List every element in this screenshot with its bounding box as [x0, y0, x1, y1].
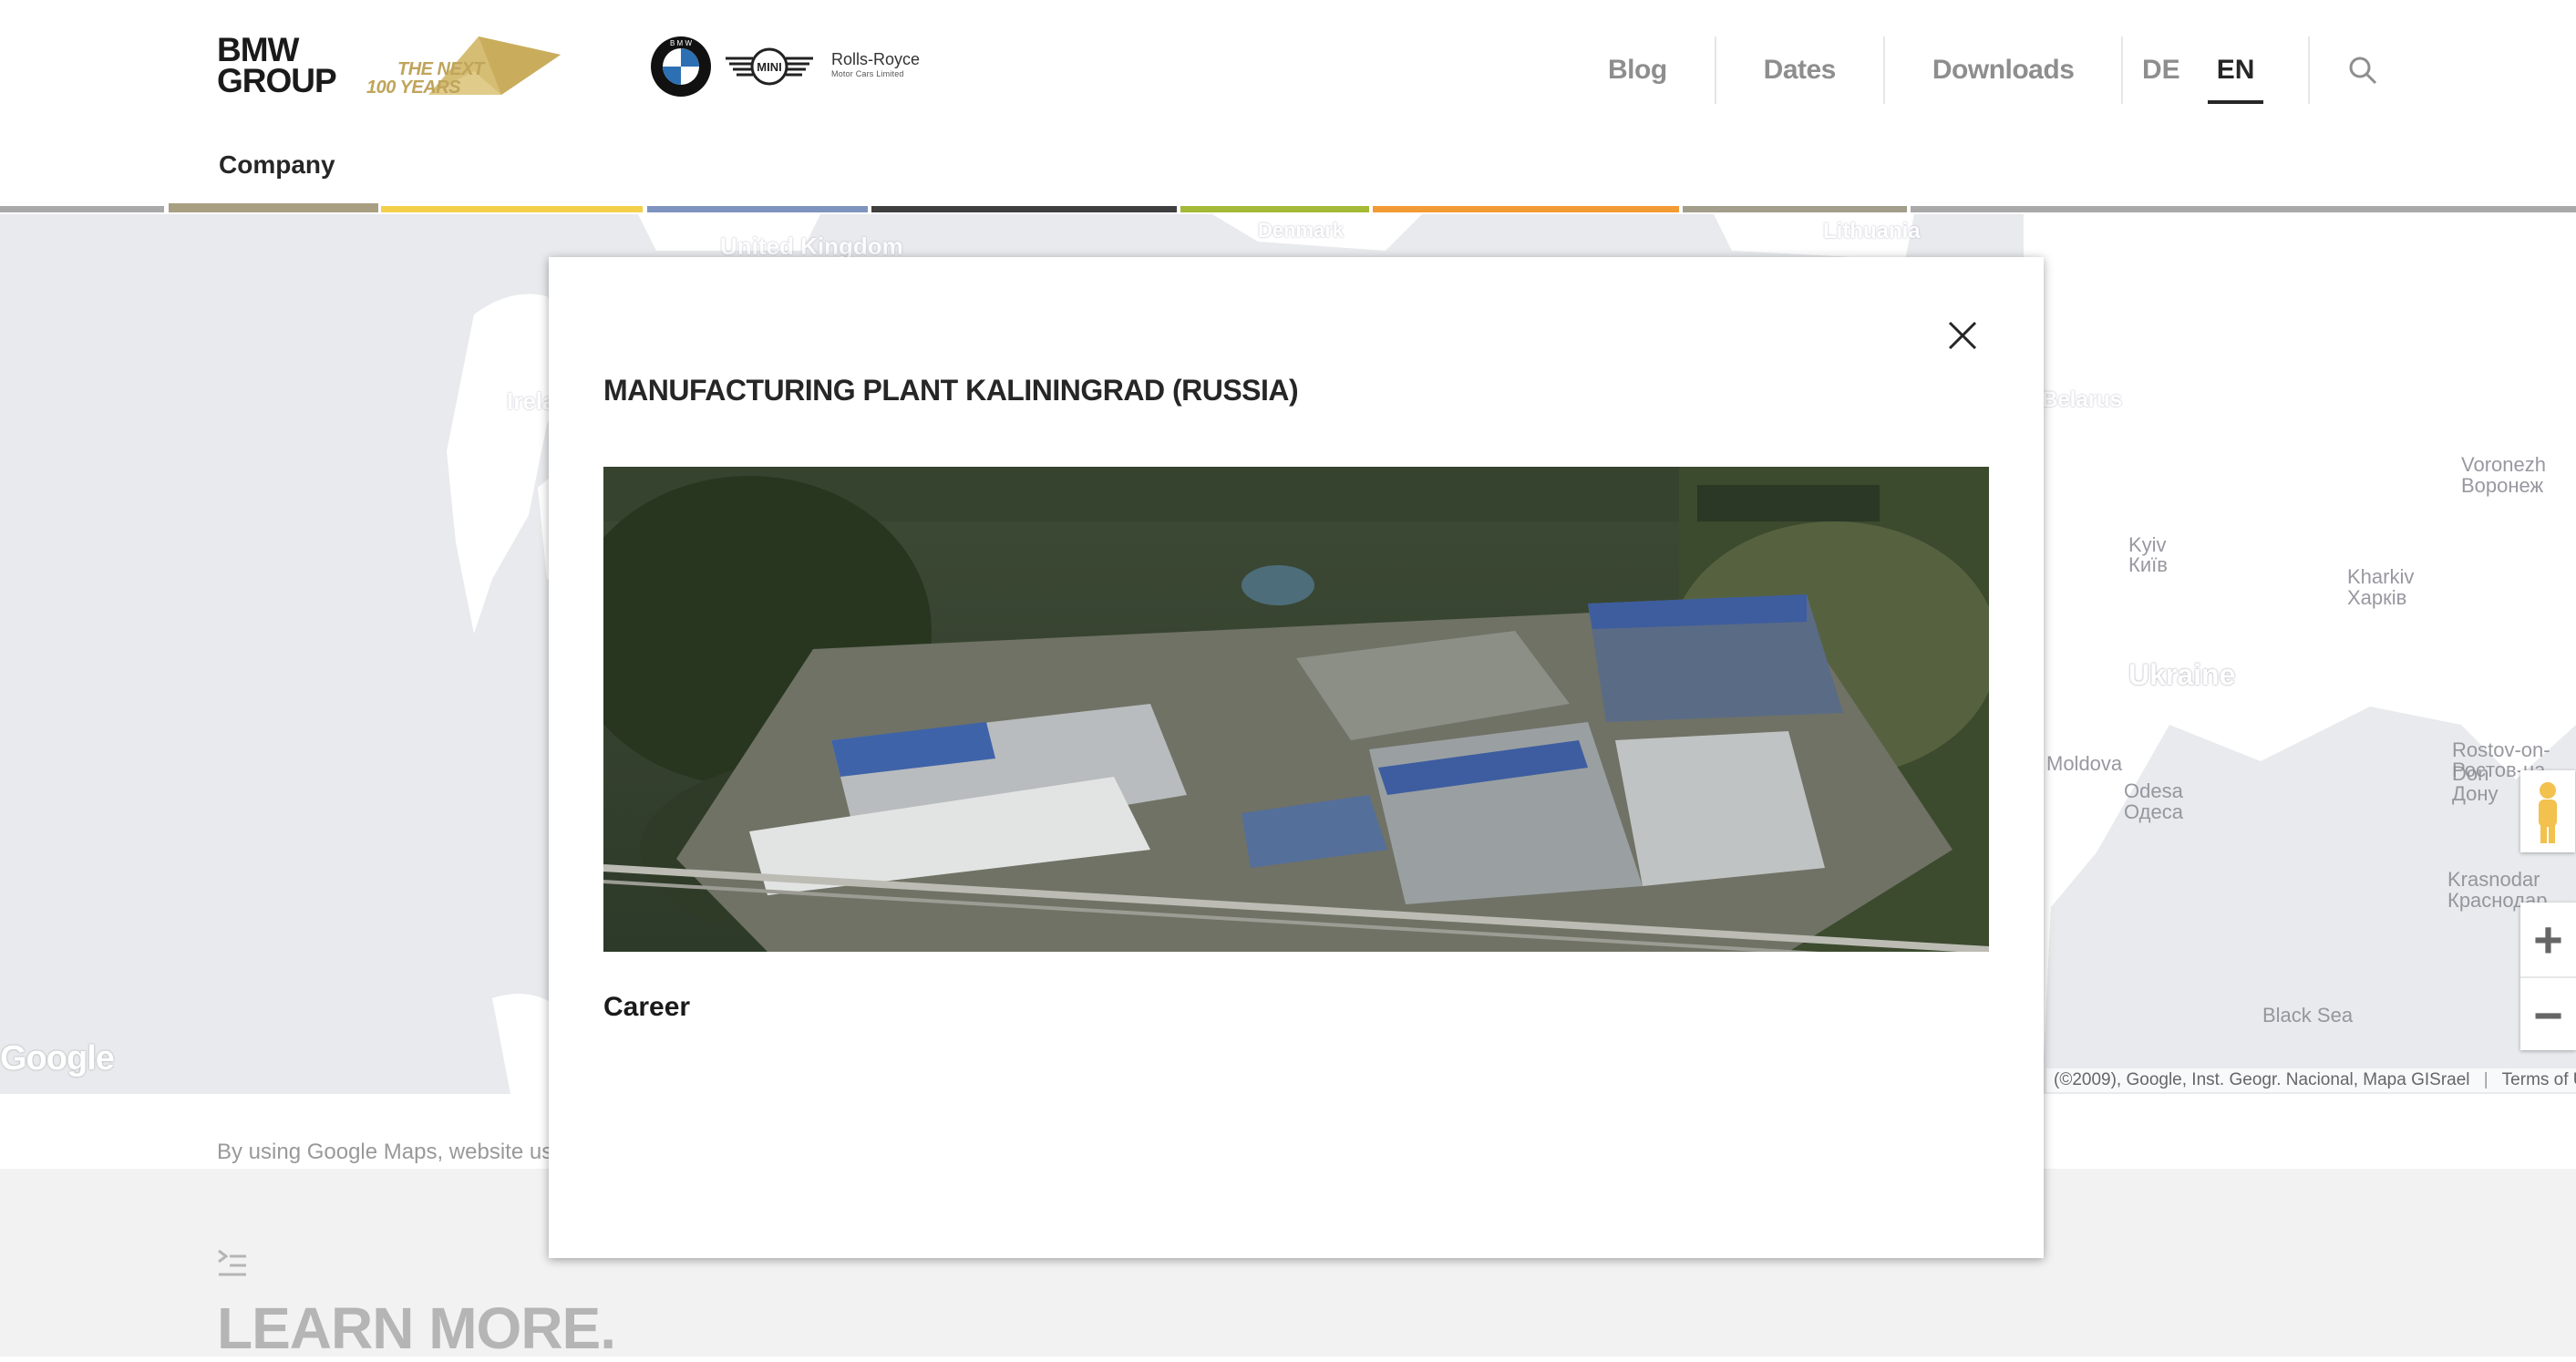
- tagline-line1: THE NEXT: [397, 59, 484, 79]
- zoom-in-button[interactable]: +: [2520, 903, 2576, 978]
- plant-info-modal: MANUFACTURING PLANT KALININGRAD (RUSSIA)…: [549, 257, 2044, 1258]
- bmw-roundel-icon[interactable]: B M W: [649, 35, 713, 98]
- bmw-roundel-letters: B M W: [670, 39, 692, 47]
- nav-dates[interactable]: Dates: [1716, 36, 1885, 104]
- search-icon[interactable]: [2347, 55, 2378, 86]
- lang-divider: [2308, 36, 2310, 104]
- color-segment[interactable]: [169, 203, 378, 212]
- street-view-pegman[interactable]: [2520, 770, 2575, 852]
- color-segment: [0, 206, 164, 212]
- rolls-royce-subtitle: Motor Cars Limited: [831, 69, 904, 78]
- color-segment[interactable]: [1180, 206, 1369, 212]
- pegman-icon: [2539, 782, 2557, 843]
- map-label-kyiv-cyr: Київ: [2128, 553, 2168, 576]
- map-label-kharkiv-cyr: Харків: [2347, 586, 2407, 609]
- color-segment[interactable]: [647, 206, 868, 212]
- logo-line1: BMW: [217, 31, 299, 68]
- nav-blog[interactable]: Blog: [1561, 36, 1716, 104]
- career-link[interactable]: Career: [603, 992, 690, 1023]
- color-segment[interactable]: [871, 206, 1177, 212]
- map-attribution-text: (©2009), Google, Inst. Geogr. Nacional, …: [2054, 1070, 2470, 1089]
- map-terms-link[interactable]: Terms of U: [2502, 1070, 2576, 1089]
- map-label-moldova: Moldova: [2046, 752, 2123, 775]
- nav-downloads[interactable]: Downloads: [1885, 36, 2124, 104]
- color-segment: [1911, 206, 2576, 212]
- color-segment[interactable]: [1683, 206, 1907, 212]
- map-label-voronezh-cyr: Воронеж: [2461, 474, 2544, 497]
- close-icon[interactable]: [1946, 319, 1979, 352]
- plant-aerial-photo: [603, 467, 1989, 952]
- modal-title: MANUFACTURING PLANT KALININGRAD (RUSSIA): [603, 374, 1299, 407]
- section-company[interactable]: Company: [219, 150, 335, 180]
- language-switch: DE EN: [2124, 36, 2272, 104]
- rolls-royce-logo[interactable]: Rolls-Royce: [831, 51, 920, 67]
- google-maps-disclaimer: By using Google Maps, website us: [217, 1140, 553, 1164]
- color-segment[interactable]: [1373, 206, 1679, 212]
- map-attribution: (©2009), Google, Inst. Geogr. Nacional, …: [2046, 1068, 2576, 1092]
- map-label-lithuania: Lithuania: [1823, 219, 1921, 243]
- learn-more-title: LEARN MORE.: [217, 1295, 616, 1361]
- zoom-out-button[interactable]: −: [2520, 978, 2576, 1052]
- brand-logos: B M W MINI Rolls-Royce Motor Cars Limite…: [649, 35, 922, 98]
- mini-logo-icon[interactable]: MINI: [724, 44, 815, 89]
- map-zoom-control: + −: [2520, 903, 2576, 1050]
- bmw-group-logo[interactable]: BMW GROUP: [217, 31, 337, 99]
- color-category-bar: [0, 203, 2576, 214]
- logo-line2: GROUP: [217, 62, 337, 99]
- mini-logo-text: MINI: [757, 60, 781, 74]
- next-100-years-logo: THE NEXT 100 YEARS: [365, 35, 565, 98]
- list-indent-icon: [218, 1249, 246, 1276]
- color-segment[interactable]: [381, 206, 643, 212]
- map-label-black-sea: Black Sea: [2262, 1004, 2354, 1027]
- map-label-denmark: Denmark: [1258, 219, 1345, 242]
- main-nav: Blog Dates Downloads: [1561, 36, 2124, 104]
- site-header: BMW GROUP THE NEXT 100 YEARS B M W MINI …: [0, 0, 2576, 203]
- tagline-line2: 100 YEARS: [366, 77, 460, 98]
- map-label-ukraine: Ukraine: [2128, 658, 2236, 691]
- map-label-belarus: Belarus: [2042, 387, 2123, 412]
- lang-de[interactable]: DE: [2124, 36, 2199, 104]
- map-label-odesa-cyr: Одеса: [2124, 800, 2183, 823]
- lang-en[interactable]: EN: [2199, 36, 2273, 104]
- google-logo[interactable]: Google: [0, 1039, 115, 1078]
